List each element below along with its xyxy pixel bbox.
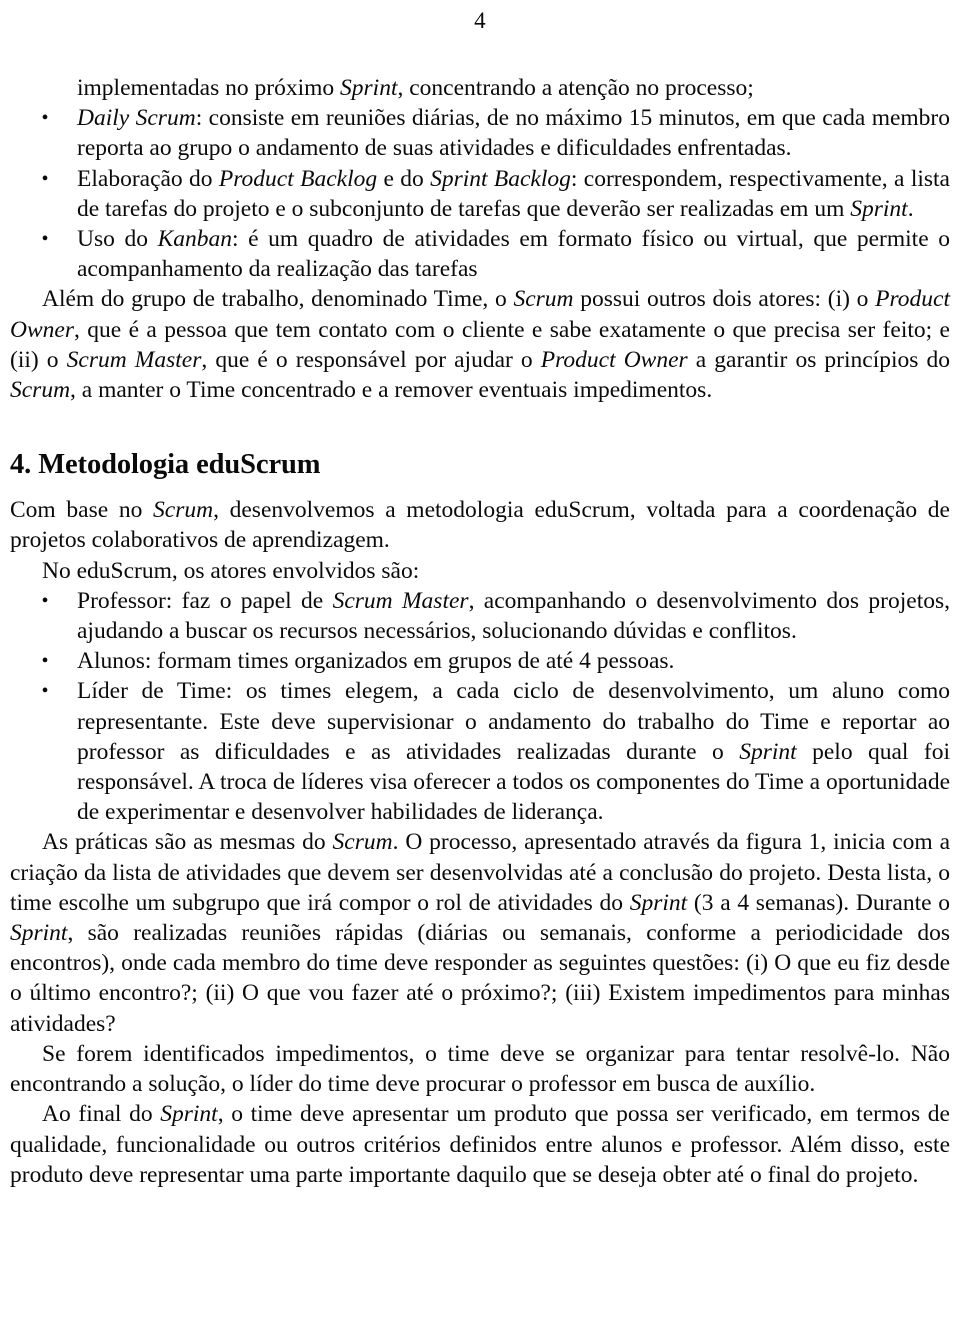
italic-term: Sprint (850, 195, 908, 222)
italic-term: Scrum (513, 286, 574, 313)
italic-term: Product Owner (540, 346, 688, 373)
bullet-icon: • (41, 650, 49, 673)
italic-term: Product Backlog (218, 165, 378, 192)
bullet-icon: • (41, 167, 49, 190)
italic-term: Sprint (10, 920, 68, 947)
italic-term: Sprint (629, 889, 688, 916)
scrum-practices-list: • Daily Scrum: consiste em reuniões diár… (10, 103, 950, 284)
italic-term: Scrum Master (332, 587, 469, 614)
italic-term: Scrum (10, 377, 71, 404)
italic-term: Sprint (340, 75, 398, 101)
paragraph-no-eduscrum: No eduScrum, os atores envolvidos são: (42, 557, 420, 584)
eduscrum-actors-list: • Professor: faz o papel de Scrum Master… (10, 586, 950, 828)
paragraph-praticas: As práticas são as mesmas do Scrum. O pr… (10, 829, 950, 1037)
list-item-lider-de-time: • Líder de Time: os times elegem, a cada… (41, 678, 950, 826)
italic-term: Kanban (157, 226, 233, 253)
italic-term: Daily Scrum (77, 105, 196, 132)
list-item-daily-scrum: • Daily Scrum: consiste em reuniões diár… (41, 105, 951, 162)
paragraph-impedimentos: Se forem identificados impedimentos, o t… (10, 1040, 950, 1098)
bullet-icon: • (41, 228, 49, 251)
spacer-after-heading (10, 484, 950, 495)
paragraph-com-base: Com base no Scrum, desenvolvemos a metod… (10, 497, 950, 554)
italic-term: Scrum (153, 497, 214, 524)
list-item-alunos: • Alunos: formam times organizados em gr… (10, 646, 950, 676)
italic-term: Sprint Backlog (430, 165, 571, 192)
bullet-continuation-line: implementadas no próximo Sprint, concent… (77, 75, 754, 101)
bullet-icon: • (41, 107, 49, 130)
list-item-kanban: • Uso do Kanban: é um quadro de atividad… (41, 226, 950, 283)
page-number: 4 (474, 8, 486, 33)
italic-term: Scrum Master (66, 346, 202, 373)
italic-term: Sprint (739, 738, 797, 765)
spacer-before-heading (10, 405, 950, 446)
paragraph-ao-final: Ao final do Sprint, o time deve apresent… (10, 1101, 950, 1188)
section-heading-4: 4. Metodologia eduScrum (10, 449, 321, 481)
paragraph-scrum-actors: Além do grupo de trabalho, denominado Ti… (10, 286, 951, 404)
bullet-icon: • (41, 680, 49, 703)
bullet-icon: • (41, 589, 49, 612)
document-page: 4 implementadas no próximo Sprint, conce… (0, 0, 960, 1327)
page-content: implementadas no próximo Sprint, concent… (10, 73, 950, 1190)
list-item-backlog: • Elaboração do Product Backlog e do Spr… (41, 165, 950, 222)
italic-term: Sprint (160, 1101, 218, 1128)
italic-term: Product Owner (10, 286, 950, 343)
list-item-tail: enfrentadas. (677, 135, 792, 162)
italic-term: Scrum (332, 829, 393, 856)
list-item-professor: • Professor: faz o papel de Scrum Master… (41, 587, 950, 645)
